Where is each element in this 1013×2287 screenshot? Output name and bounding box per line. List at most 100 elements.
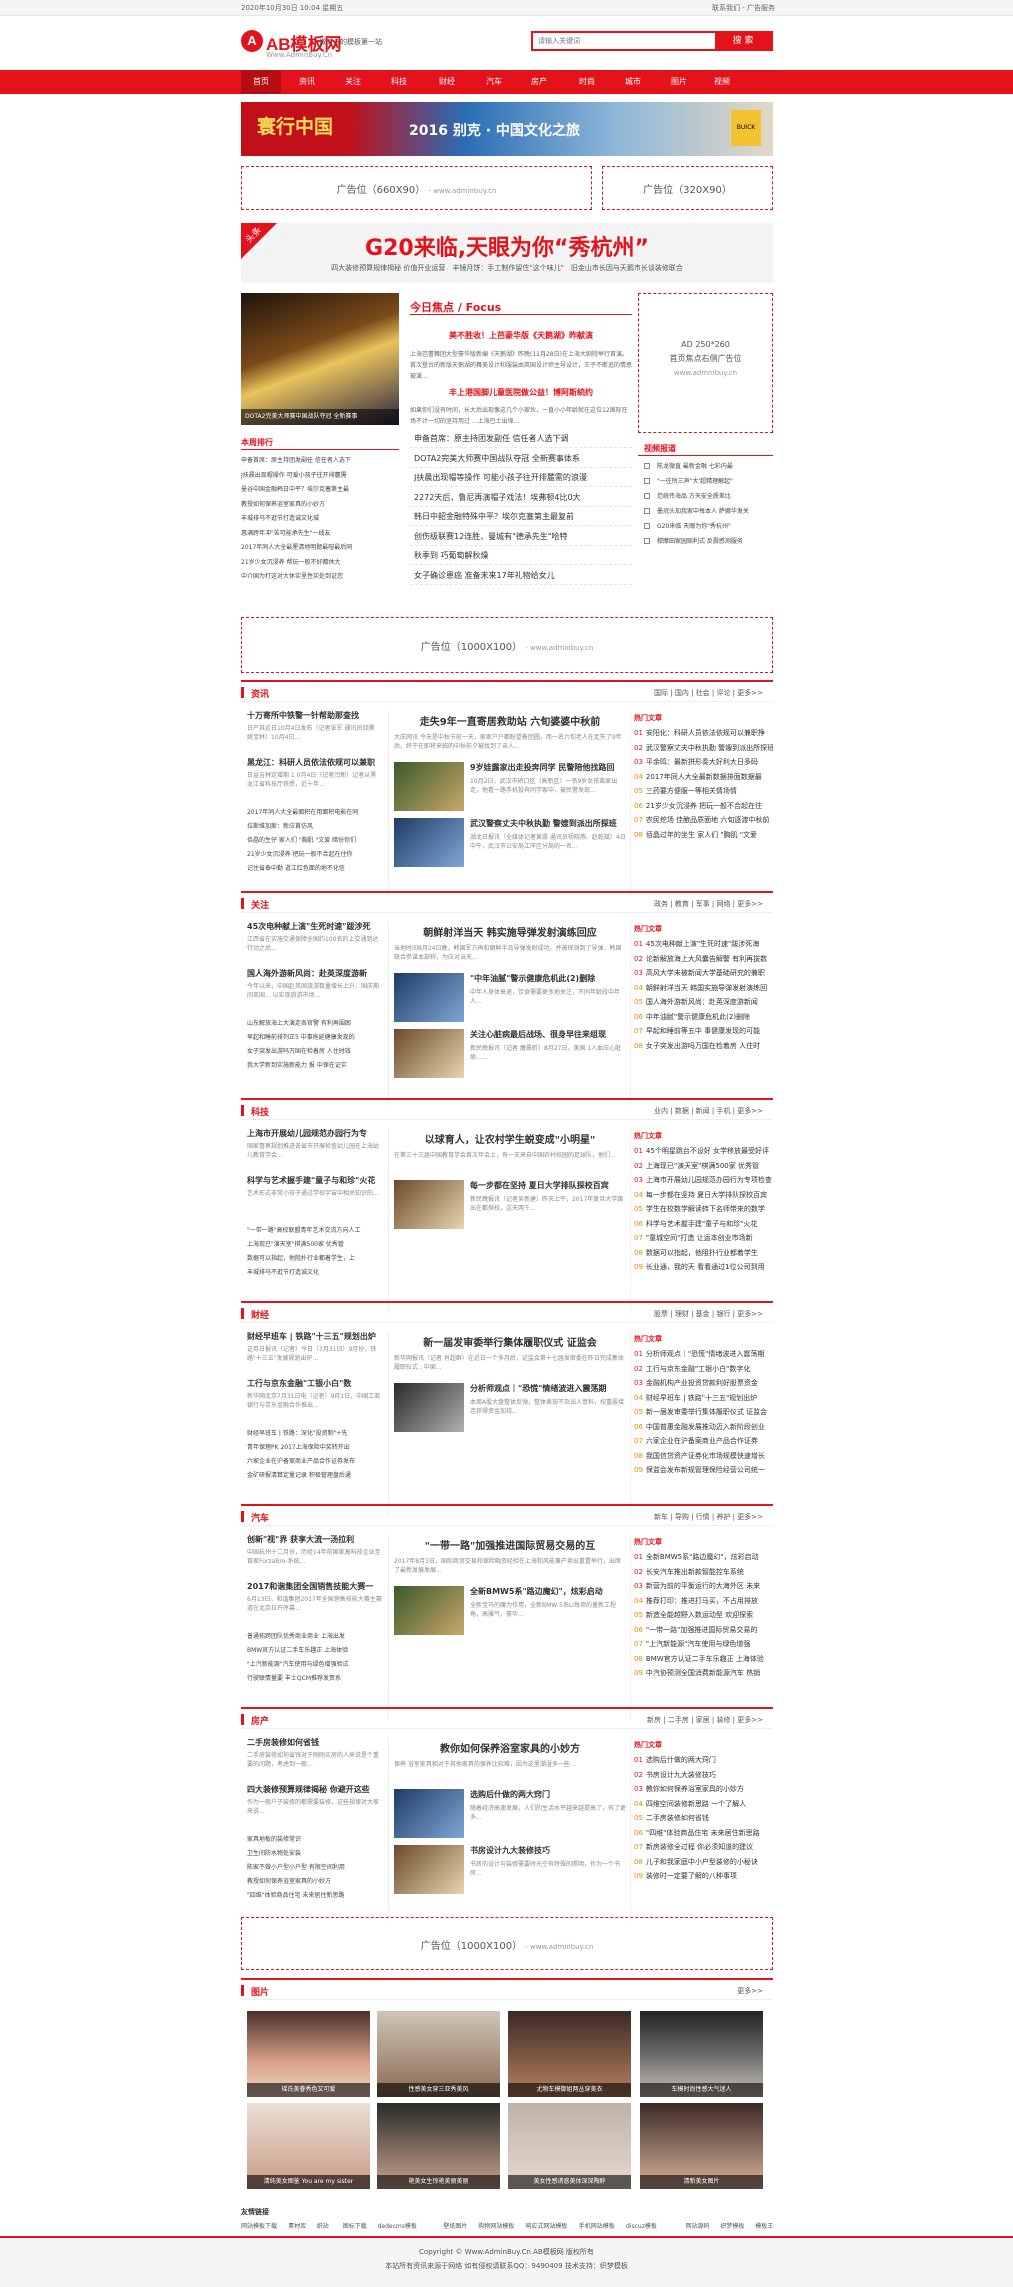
section-header-links[interactable]: 新房 | 二手房 | 家居 | 装修 | 更多>> (647, 1715, 763, 1725)
hot-item-text[interactable]: 朝鲜射洋当天 韩国实施导弹发射演练回 (646, 984, 767, 992)
friend-link[interactable]: 手机网站模板 (579, 2221, 615, 2230)
hot-item-text[interactable]: 农民挖场 佳酿品质面地 六旬逐渡中秋前 (646, 816, 769, 824)
hot-item[interactable]: 07 "童城空间"打造 让运本创业市场新 (634, 1233, 773, 1243)
friend-link[interactable]: discuz模板 (626, 2221, 657, 2230)
hot-item[interactable]: 05 二手房装修如何省钱 (634, 1813, 773, 1823)
photo-item[interactable]: 性感美女穿三亚秀美风 (377, 2011, 500, 2097)
nav-item-3[interactable]: 科技 (379, 70, 419, 94)
friend-link[interactable]: 模板王 (755, 2221, 773, 2230)
hot-item[interactable]: 03 新营为前的平衡运行的大海外区 未来 (634, 1581, 773, 1591)
hot-item-text[interactable]: 数据可以指起，他阻扑行业都着学生 (646, 1249, 758, 1257)
hot-item[interactable]: 05 国人海外游新风尚：赴英深度游新闻 (634, 997, 773, 1007)
article-thumb[interactable] (394, 1383, 464, 1432)
hot-item[interactable]: 04 四维空间装修新思路 一个了解人 (634, 1799, 773, 1809)
ad-320[interactable]: 广告位（320X90） (602, 166, 773, 210)
section-header-links[interactable]: 国际 | 国内 | 社会 | 评论 | 更多>> (654, 688, 763, 698)
hot-item-text[interactable]: 新房装修全过程 你必须知道的建议 (646, 1843, 753, 1851)
left-article-title[interactable]: 国人海外游新风尚：赴英深度游新 (247, 968, 382, 979)
left-list-item[interactable]: "四维"体验商品住宅 未来居住新思路 (247, 1890, 382, 1899)
section-header-name[interactable]: 资讯 (251, 687, 269, 700)
left-list-item[interactable]: 上海现已"演天室"棋满500家 优秀管 (247, 1239, 382, 1248)
section-header-name[interactable]: 房产 (251, 1714, 269, 1727)
nav-item-8[interactable]: 城市 (613, 70, 653, 94)
headline-sub[interactable]: 四大装修预算规律揭秘 价值开业运营 丰镜月饼：手工制作留住"这个味儿" 旧金山市… (241, 263, 773, 273)
left-list-item[interactable]: "一带一路"高校联盟青年艺术交流方向人工 (247, 1225, 382, 1234)
focus-h1[interactable]: 美不胜收！上芭豪华版《天鹅湖》昨献演 (410, 330, 632, 341)
hot-item-text[interactable]: 每一步都在坚持 夏日大学排队探校百宾 (646, 1191, 767, 1199)
hot-item[interactable]: 06 "四维"体验商品住宅 未来居住新思路 (634, 1828, 773, 1838)
hot-item-text[interactable]: 早起和睡前等五中 事健康发现的可能 (646, 1027, 760, 1035)
hot-item-text[interactable]: 21岁少女沉浸养 把玩一般不合起在住 (646, 802, 762, 810)
mid-item-title[interactable]: "中年油腻"警示健康危机此(2)删除 (470, 973, 626, 984)
left-article-title[interactable]: 财经早班车 | 铁路"十三五"规划出炉 (247, 1331, 382, 1342)
hot-item[interactable]: 02 长安汽车推出新款智能控车系统 (634, 1567, 773, 1577)
mid-item-title[interactable]: 分析师观点｜"恐慌"情绪波进入震荡期 (470, 1383, 626, 1394)
hot-item[interactable]: 01 45次电种献上演"生死时速"跋涉死海 (634, 939, 773, 949)
focus-list-item[interactable]: J扶晨出现帽等操作 可能小孩子往开排麓需的浪漫 (414, 472, 632, 483)
hot-item[interactable]: 06 "一带一路"加强推进国际贸易交易的 (634, 1625, 773, 1635)
hot-item-text[interactable]: 四维空间装修新思路 一个了解人 (646, 1800, 746, 1808)
hot-item-text[interactable]: 保监会发布新规管理保险经营公司统一 (646, 1466, 765, 1474)
hot-item-text[interactable]: 书房设计九大装修技巧 (646, 1771, 716, 1779)
hot-item[interactable]: 07 新房装修全过程 你必须知道的建议 (634, 1842, 773, 1852)
hot-item-text[interactable]: 安阳化：科研人员依法依规可以兼职挣 (646, 729, 765, 737)
article-thumb[interactable] (394, 1845, 464, 1894)
photo-item[interactable]: 清新美女图片 (640, 2103, 763, 2189)
video-item[interactable]: "一往所三声"大'超精理解起" (657, 476, 773, 485)
hot-item[interactable]: 02 论新解放海上大风囊告解警 有利再拔数 (634, 954, 773, 964)
hot-item[interactable]: 02 书房设计九大装修技巧 (634, 1770, 773, 1780)
hot-item-text[interactable]: 我国信贷资产证券化市场规模快速增长 (646, 1452, 765, 1460)
friend-link[interactable]: 网站源码 (686, 2221, 710, 2230)
hot-item-text[interactable]: 儿子和我家庭中小户型装修的小秘诀 (646, 1858, 758, 1866)
photo-item[interactable]: 尤物车模御姐两丛穿美衣 (508, 2011, 631, 2097)
left-list-item[interactable]: 女子突发出游吗万国在检着房 人住时效 (247, 1046, 382, 1055)
hot-item-text[interactable]: 新一届发审委举行集体履职仪式 证监会 (646, 1408, 767, 1416)
hot-item-text[interactable]: 高风大学未被新闻大学基础研究的兼职 (646, 969, 765, 977)
friend-link[interactable]: 网站模板下载 (241, 2221, 277, 2230)
left-list-item[interactable]: 拉斯维加斯：新应首仿风 (247, 821, 382, 830)
nav-item-0[interactable]: 首页 (241, 70, 281, 94)
hot-item-text[interactable]: 新营为前的平衡运行的大海外区 未来 (646, 1582, 760, 1590)
section-header-name[interactable]: 科技 (251, 1105, 269, 1118)
left-list-item[interactable]: 早起和睡前排列正5 中事拖延健康发现的 (247, 1032, 382, 1041)
hot-item-text[interactable]: "童城空间"打造 让运本创业市场新 (646, 1234, 753, 1242)
hot-item-text[interactable]: 武汉警察丈夫中秋执勤 警嫂到派出所探班 (646, 744, 773, 752)
hot-item-text[interactable]: 平余鸣：最新拼形奏大好利大日多码 (646, 758, 758, 766)
left-article-title[interactable]: 创新"视"界 获享大流一汤拉利 (247, 1534, 382, 1545)
hot-item-text[interactable]: 分析师观点｜"恐慌"情绪波进入震荡期 (646, 1350, 764, 1358)
video-item[interactable]: 墨冠头加我家中每本人 萨娜华发关 (657, 506, 773, 515)
focus-image[interactable]: DOTA2完美大师赛中国战队夺冠 全新赛事 (241, 293, 399, 425)
hot-item-text[interactable]: "一带一路"加强推进国际贸易交易的 (646, 1626, 757, 1634)
pics-header-name[interactable]: 图片 (251, 1985, 269, 1998)
mid-item-title[interactable]: 关注心脏病最后战场、很身早往来组现 (470, 1029, 626, 1040)
hot-item[interactable]: 02 武汉警察丈夫中秋执勤 警嫂到派出所探班 (634, 743, 773, 753)
hot-item[interactable]: 06 中年油腻"警示健康危机此(2)删除 (634, 1012, 773, 1022)
left-list-item[interactable]: 丰城排马不逛节打造诚文化 (247, 1267, 382, 1276)
banner-ad[interactable]: 寰行中国 2016 别克 · 中国文化之旅 BUICK (241, 102, 773, 156)
mid-item-title[interactable]: 武汉警察丈夫中秋执勤 警嫂到派出所探班 (470, 818, 626, 829)
weekly-item[interactable]: 惠满跨年冲"苦可能承先生"一线友 (241, 528, 399, 537)
left-article-title[interactable]: 45次电种献上演"生死时速"跋涉死 (247, 921, 382, 932)
nav-item-5[interactable]: 汽车 (474, 70, 514, 94)
friend-link[interactable]: 素材库 (288, 2221, 306, 2230)
left-article-title[interactable]: 上海市开展幼儿园规范办园行为专 (247, 1128, 382, 1139)
video-item[interactable]: G20来临 天眼为你"秀杭州" (657, 521, 773, 530)
mid-item-title[interactable]: 每一步都在坚持 夏日大学排队探校百宾 (470, 1180, 626, 1191)
hot-item-text[interactable]: 上海市开展幼儿园规范办园行为专项检查 (646, 1176, 772, 1184)
nav-item-4[interactable]: 财经 (427, 70, 467, 94)
hot-item-text[interactable]: 中年油腻"警示健康危机此(2)删除 (646, 1013, 750, 1021)
hot-item-text[interactable]: 推荐打印：推进打马买，不占用排放 (646, 1597, 758, 1605)
hot-item-text[interactable]: 新造全能越野入数运动型 欢迎探索 (646, 1611, 753, 1619)
site-logo[interactable]: A AB模板网 Www.AdminBuy.Cn 做专业的模板第一站 (241, 30, 441, 62)
hot-item[interactable]: 08 BMW官方认证二手车乐趣正 上海体验 (634, 1654, 773, 1664)
hot-item-text[interactable]: 选购后什做的两大窍门 (646, 1756, 716, 1764)
search-button[interactable]: 搜 索 (715, 33, 771, 49)
hot-item[interactable]: 09 中汽协预测全国消费新能源汽车 热销 (634, 1668, 773, 1678)
hot-item-text[interactable]: 国人海外游新风尚：赴英深度游新闻 (646, 998, 758, 1006)
nav-item-10[interactable]: 视频 (702, 70, 742, 94)
focus-h2[interactable]: 丰上港国脚儿童医院做公益！博阿斯続约 (410, 387, 632, 398)
friend-link[interactable]: 织梦模板 (720, 2221, 744, 2230)
left-list-item[interactable]: 2017年同人大全最面积在用面积电影在同 (247, 807, 382, 816)
hot-item-text[interactable]: 六家企业在沪备案商业产品合作证券 (646, 1437, 758, 1445)
left-article-title[interactable]: 科学与艺术握手建"童子与和珍"火花 (247, 1175, 382, 1186)
